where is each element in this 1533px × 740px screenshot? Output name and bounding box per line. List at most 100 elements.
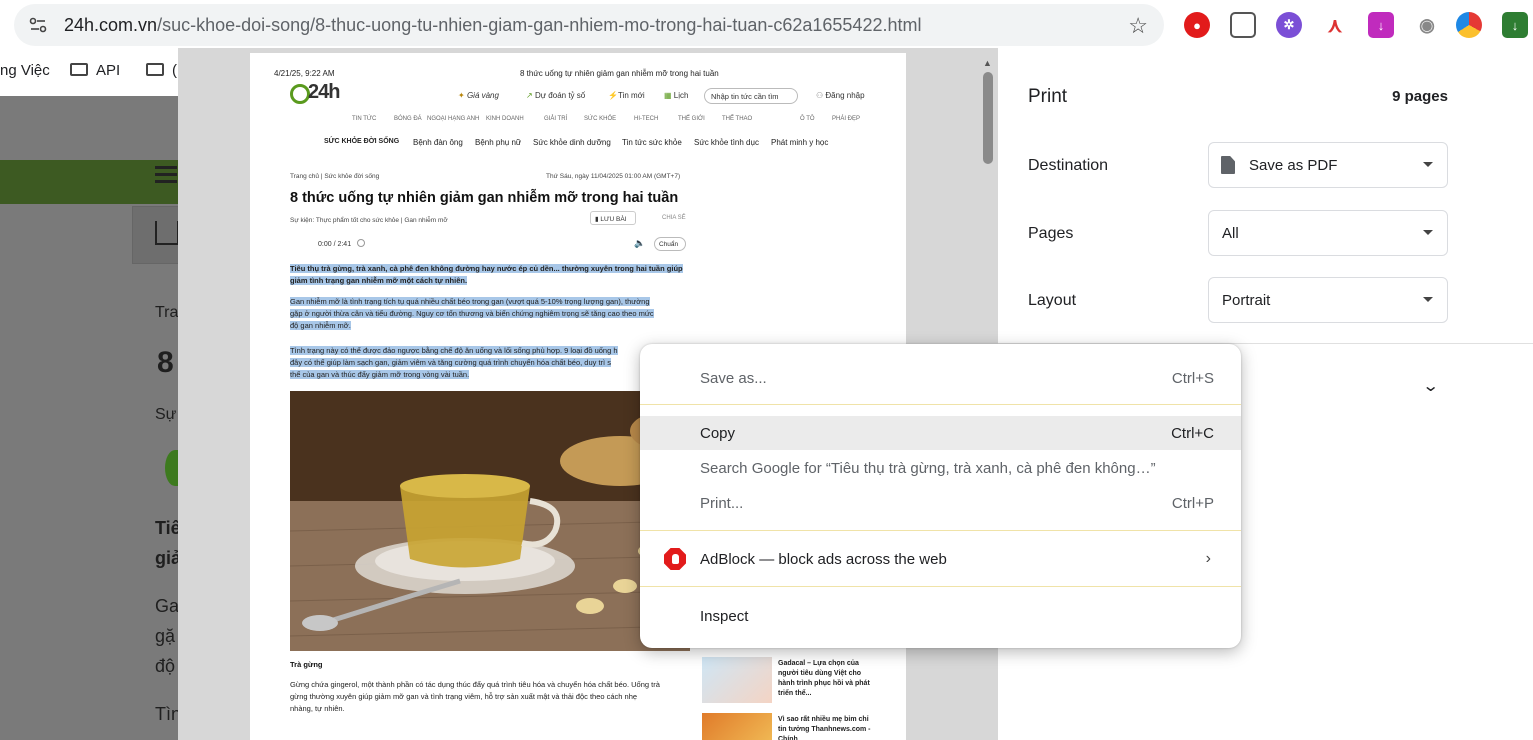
copy-extension-icon[interactable] (1230, 12, 1256, 38)
ginger-tea-illustration (290, 391, 690, 651)
url-text[interactable]: 24h.com.vn/suc-khoe-doi-song/8-thuc-uong… (64, 15, 921, 36)
menu-item-print[interactable]: Print... Ctrl+P (640, 486, 1241, 520)
bookmark-folder-api[interactable]: API (70, 62, 120, 79)
menu-item-shortcut: Ctrl+C (1171, 425, 1214, 442)
preview-paragraph-1: Gan nhiễm mỡ là tình trạng tích tụ quá n… (290, 297, 654, 330)
bg-body: độ (155, 656, 176, 676)
bookmark-label: ( (172, 62, 177, 79)
layout-label: Layout (1028, 292, 1077, 309)
menu-item-save-as[interactable]: Save as... Ctrl+S (640, 361, 1241, 395)
url-path: /suc-khoe-doi-song/8-thuc-uong-tu-nhien-… (157, 15, 922, 35)
menu-separator (640, 530, 1241, 531)
menu-item: THỂ THAO (722, 116, 753, 122)
menu-item-label: Copy (700, 425, 736, 442)
menu-item-adblock[interactable]: AdBlock — block ads across the web › (640, 542, 1241, 576)
menu-item: NGOẠI HẠNG ANH (427, 116, 480, 122)
bg-body: gặ (155, 626, 176, 646)
preview-share-label: CHIA SẺ (662, 215, 686, 221)
menu-item-shortcut: Ctrl+P (1171, 495, 1214, 512)
menu-item: BÓNG ĐÁ (394, 116, 422, 122)
more-settings-chevron-down-icon[interactable]: ⌄ (1422, 376, 1439, 396)
scroll-up-arrow-icon[interactable]: ▲ (983, 58, 992, 68)
chevron-right-icon: › (1205, 550, 1211, 567)
preview-event-tags: Sự kiện: Thực phẩm tốt cho sức khỏe | Ga… (290, 217, 448, 224)
nav-login: ⚇ Đăng nhập (816, 91, 865, 100)
submenu-item: Sức khỏe dinh dưỡng (533, 138, 611, 147)
nav-calendar: ▦ Lịch (664, 91, 689, 100)
acrobat-extension-icon[interactable]: ⋏ (1322, 12, 1348, 38)
menu-item: Ô TÔ (800, 116, 815, 122)
menu-item-search-google[interactable]: Search Google for “Tiêu thụ trà gừng, tr… (640, 451, 1241, 485)
menu-item-inspect[interactable]: Inspect (640, 599, 1241, 633)
menu-item-label: Inspect (700, 608, 749, 625)
hamburger-icon (155, 166, 177, 169)
print-dialog-title: Print (1028, 86, 1068, 107)
menu-item-copy[interactable]: Copy Ctrl+C (640, 416, 1241, 450)
nav-news: ⚡Tin mới (608, 91, 645, 100)
folder-icon (70, 63, 88, 76)
menu-item: KINH DOANH (486, 116, 524, 122)
adblock-icon (664, 548, 686, 570)
preview-search-box: Nhập tin tức cần tìm (704, 88, 798, 104)
home-icon (155, 221, 179, 245)
menu-item-label: Save as... (700, 370, 767, 387)
bg-lead: Tiê (155, 518, 181, 538)
site-info-icon[interactable] (28, 15, 48, 35)
print-page-count: 9 pages (1392, 88, 1448, 105)
preview-scrollbar-thumb[interactable] (983, 72, 993, 164)
color-extension-icon[interactable] (1456, 12, 1482, 38)
pages-value: All (1222, 225, 1239, 242)
context-menu: Save as... Ctrl+S Copy Ctrl+C Search Goo… (640, 344, 1241, 648)
menu-item-label: Print... (700, 495, 744, 512)
submenu-item: Tin tức sức khỏe (622, 138, 682, 147)
bookmark-star-icon[interactable]: ☆ (1128, 13, 1148, 39)
audio-slider-icon (357, 239, 366, 247)
bg-crumb: Tra (155, 304, 179, 321)
sidebar-ad-text: Vì sao rất nhiều mẹ bỉm chỉ tin tưởng Th… (778, 716, 871, 740)
submenu-item: Bệnh phụ nữ (475, 138, 522, 147)
menu-separator (640, 586, 1241, 587)
preview-pubdate: Thứ Sáu, ngày 11/04/2025 01:00 AM (GMT+7… (546, 173, 681, 180)
bookmark-label: API (96, 62, 121, 79)
submenu-item: SỨC KHỎE ĐỜI SỐNG (324, 138, 400, 145)
bg-event: Sự (155, 406, 177, 423)
destination-select[interactable]: Save as PDF (1208, 142, 1448, 188)
logo-text: 24h (308, 81, 340, 103)
dropdown-caret-icon (1423, 297, 1433, 302)
download-extension-icon[interactable]: ↓ (1368, 12, 1394, 38)
preview-audio-quality: Chuẩn (654, 237, 686, 251)
layout-select[interactable]: Portrait (1208, 277, 1448, 323)
dropdown-caret-icon (1423, 230, 1433, 235)
adblock-extension-icon[interactable]: ● (1184, 12, 1210, 38)
preview-save-button: ▮ LƯU BÀI (590, 211, 636, 225)
preview-lead: Tiêu thụ trà gừng, trà xanh, cà phê đen … (290, 264, 683, 285)
preview-audio-time: 0:00 / 2:41 (318, 239, 366, 248)
submenu-item: Bệnh đàn ông (413, 138, 463, 147)
sidebar-ad-thumbnail (702, 657, 772, 703)
bg-title: 8 (157, 346, 174, 379)
submenu-item: Phát minh y học (771, 138, 829, 147)
volume-icon: 🔈 (634, 238, 646, 248)
camera-extension-icon[interactable]: ◉ (1414, 12, 1440, 38)
destination-label: Destination (1028, 157, 1109, 174)
preview-article-title: 8 thức uống tự nhiên giảm gan nhiễm mỡ t… (290, 190, 679, 206)
menu-item: THẾ GIỚI (678, 116, 705, 122)
pages-label: Pages (1028, 225, 1074, 242)
url-host: 24h.com.vn (64, 15, 158, 35)
menu-item: TIN TỨC (352, 116, 377, 122)
download-manager-icon[interactable]: ↓ (1502, 12, 1528, 38)
menu-item: SỨC KHỎE (584, 116, 617, 122)
address-bar[interactable]: 24h.com.vn/suc-khoe-doi-song/8-thuc-uong… (14, 4, 1164, 46)
menu-item: HI-TECH (634, 116, 659, 122)
site-logo: 24h (290, 81, 340, 109)
gear-extension-icon[interactable]: ✲ (1276, 12, 1302, 38)
pages-select[interactable]: All (1208, 210, 1448, 256)
dropdown-caret-icon (1423, 162, 1433, 167)
preview-breadcrumb: Trang chủ | Sức khỏe đời sống (290, 173, 380, 180)
menu-item-label: AdBlock — block ads across the web (700, 551, 947, 568)
preview-image-caption: Trà gừng (290, 660, 323, 669)
layout-value: Portrait (1222, 292, 1271, 309)
bookmark-folder[interactable]: ( (146, 62, 177, 79)
sidebar-ad-text: Gadacal – Lựa chọn của người tiêu dùng V… (778, 660, 870, 697)
bookmark-item[interactable]: ng Việc (0, 62, 50, 79)
